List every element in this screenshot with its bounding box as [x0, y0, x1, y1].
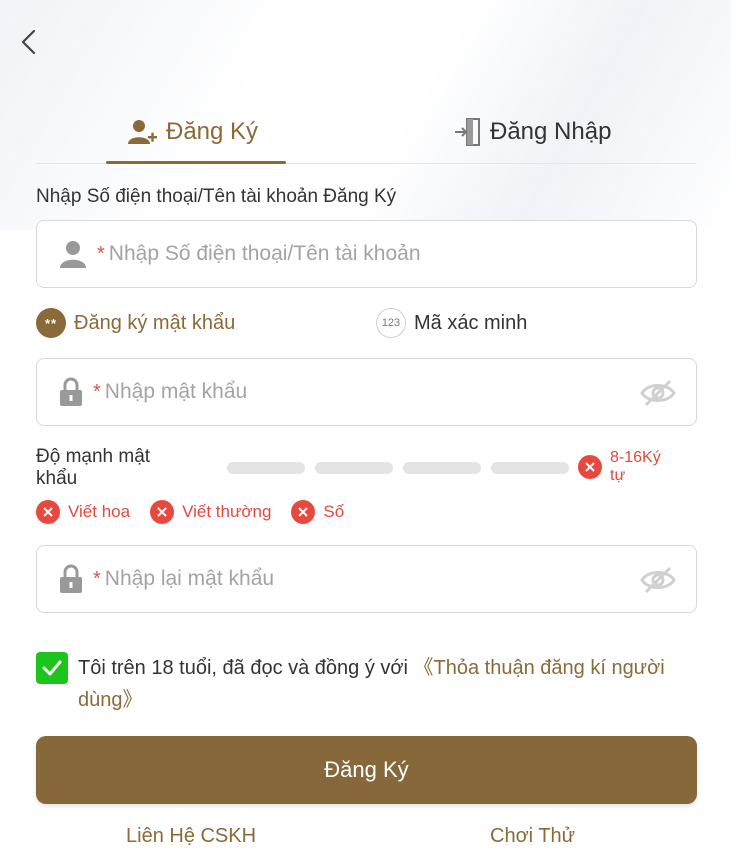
login-door-icon: [455, 117, 480, 146]
rule-label: Số: [323, 502, 345, 521]
required-mark: *: [93, 380, 101, 403]
strength-bar: [315, 462, 393, 474]
mode-password-option[interactable]: ** Đăng ký mật khẩu: [36, 308, 235, 338]
rule-number: Số: [291, 500, 344, 524]
user-add-icon: [128, 119, 157, 144]
contact-support-link[interactable]: Liên Hệ CSKH: [126, 825, 256, 848]
password-strength-meter: [227, 462, 579, 474]
confirm-password-field[interactable]: *: [36, 545, 697, 613]
strength-bar: [403, 462, 481, 474]
terms-checkbox[interactable]: [36, 652, 68, 684]
terms-text: Tôi trên 18 tuổi, đã đọc và đồng ý với 《…: [78, 652, 696, 716]
tab-login-label: Đăng Nhập: [490, 117, 612, 145]
password-mode-icon: **: [36, 308, 66, 338]
error-x-icon: [36, 500, 60, 524]
username-section-label: Nhập Số điện thoại/Tên tài khoản Đăng Ký: [36, 186, 397, 207]
rule-lowercase: Viết thường: [150, 500, 271, 524]
rule-uppercase: Viết hoa: [36, 500, 130, 524]
tab-register-label: Đăng Ký: [166, 117, 259, 145]
strength-bar: [227, 462, 305, 474]
mode-password-label: Đăng ký mật khẩu: [74, 311, 236, 334]
tab-login[interactable]: Đăng Nhập: [454, 100, 611, 163]
rule-label: Viết thường: [182, 502, 272, 521]
lock-icon: [60, 377, 82, 406]
code-mode-icon: 123: [376, 308, 406, 338]
length-rule-text: 8-16Ký tự: [610, 449, 661, 484]
try-play-link[interactable]: Chơi Thử: [490, 825, 575, 848]
length-rule: 8-16Ký tự: [578, 449, 680, 485]
strength-bar: [491, 462, 569, 474]
password-rules: Viết hoa Viết thường Số: [36, 500, 364, 524]
auth-tabs: Đăng Ký Đăng Nhập: [36, 100, 696, 164]
password-strength-label: Độ mạnh mật khẩu: [36, 446, 151, 489]
terms-agreement: Tôi trên 18 tuổi, đã đọc và đồng ý với 《…: [36, 652, 696, 716]
password-input[interactable]: [104, 380, 696, 404]
error-x-icon: [150, 500, 175, 524]
password-field[interactable]: *: [36, 358, 697, 426]
required-mark: *: [97, 242, 105, 265]
terms-statement: Tôi trên 18 tuổi, đã đọc và đồng ý với: [78, 657, 414, 679]
required-mark: *: [93, 567, 101, 590]
checkmark-icon: [42, 660, 62, 676]
chevron-left-icon: [21, 29, 36, 55]
rule-label: Viết hoa: [68, 502, 131, 521]
mode-code-label: Mã xác minh: [414, 311, 528, 334]
lock-icon: [60, 564, 82, 593]
mode-code-option[interactable]: 123 Mã xác minh: [376, 308, 527, 338]
error-x-icon: [578, 455, 602, 479]
back-button[interactable]: [16, 28, 40, 56]
register-submit-button[interactable]: Đăng Ký: [36, 736, 697, 804]
username-field[interactable]: *: [36, 220, 697, 288]
username-input[interactable]: [108, 242, 696, 266]
eye-off-icon[interactable]: [640, 566, 676, 599]
active-tab-indicator: [106, 161, 286, 164]
user-icon: [60, 241, 86, 268]
register-mode-selector: ** Đăng ký mật khẩu 123 Mã xác minh: [36, 308, 696, 340]
confirm-password-input[interactable]: [104, 567, 696, 591]
error-x-icon: [291, 500, 316, 524]
tab-register[interactable]: Đăng Ký: [128, 100, 258, 163]
eye-off-icon[interactable]: [640, 379, 676, 412]
